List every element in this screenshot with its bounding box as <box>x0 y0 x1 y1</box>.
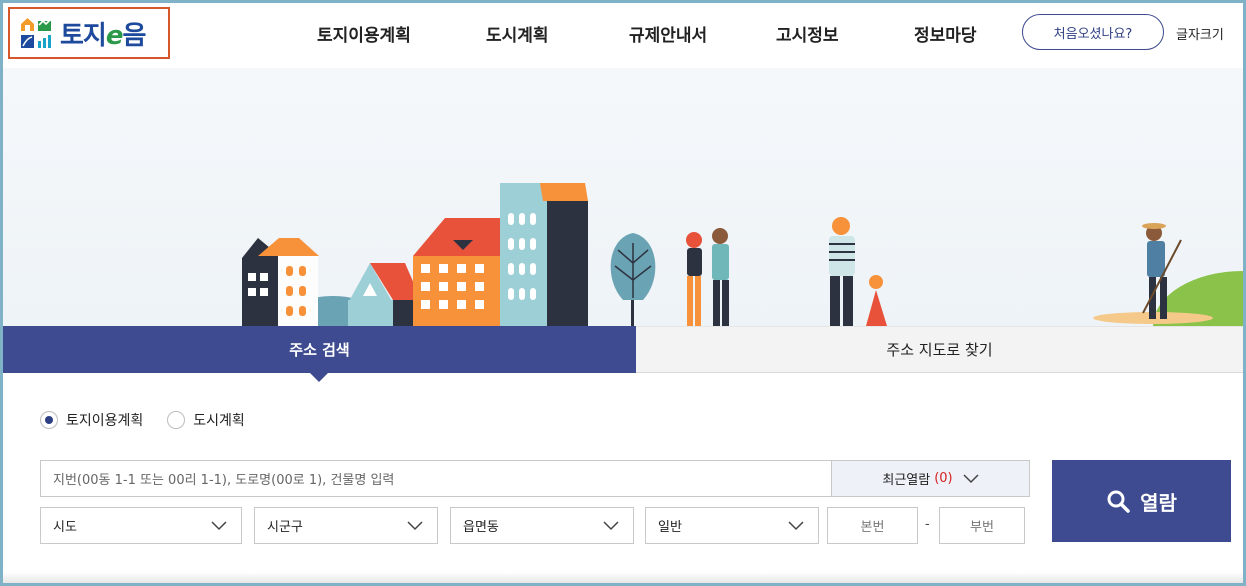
nav-item-land-use[interactable]: 토지이용계획 <box>317 21 411 46</box>
radio-checked-icon[interactable] <box>40 411 58 429</box>
font-size-button[interactable]: 글자크기 <box>1176 24 1224 43</box>
recent-views-dropdown[interactable]: 최근열람 (0) <box>831 460 1030 497</box>
main-number-input[interactable]: 본번 <box>827 507 918 544</box>
search-type-radios: 토지이용계획 도시계획 <box>40 410 245 430</box>
recent-views-count: (0) <box>934 471 953 486</box>
select-sido[interactable]: 시도 <box>40 507 242 544</box>
select-land-type[interactable]: 일반 <box>645 507 819 544</box>
hero-illustration <box>3 68 1243 326</box>
town-illustration <box>242 183 1243 326</box>
chevron-down-icon <box>407 520 423 530</box>
logo-text: 토지e음 <box>60 20 146 51</box>
recent-views-label: 최근열람 <box>882 473 931 488</box>
chevron-down-icon <box>603 520 619 530</box>
nav-item-info[interactable]: 정보마당 <box>914 21 977 46</box>
select-sigungu-value: 시군구 <box>267 520 303 535</box>
tab-address-search[interactable]: 주소 검색 <box>3 326 636 382</box>
tab-map-search-label: 주소 지도로 찾기 <box>886 341 993 359</box>
radio-land-use[interactable]: 토지이용계획 <box>40 410 143 430</box>
select-eupmyeondong[interactable]: 읍면동 <box>450 507 634 544</box>
chevron-down-icon <box>963 473 979 483</box>
address-search-placeholder: 지번(00동 1-1 또는 00리 1-1), 도로명(00로 1), 건물명 … <box>53 473 395 488</box>
select-land-type-value: 일반 <box>658 520 682 535</box>
sub-number-placeholder: 부번 <box>970 520 994 535</box>
nav-item-regulation-guide[interactable]: 규제안내서 <box>629 21 707 46</box>
first-visit-button[interactable]: 처음오셨나요? <box>1022 14 1164 50</box>
header: 토지e음 토지이용계획 도시계획 규제안내서 고시정보 정보마당 처음오셨나요?… <box>3 3 1243 66</box>
nav-item-notices[interactable]: 고시정보 <box>776 21 839 46</box>
select-sigungu[interactable]: 시군구 <box>254 507 438 544</box>
open-button-label: 열람 <box>1140 490 1177 515</box>
chevron-down-icon <box>211 520 227 530</box>
select-eupmyeondong-value: 읍면동 <box>463 520 499 535</box>
chevron-down-icon <box>788 520 804 530</box>
bottom-divider <box>3 572 1243 583</box>
nav-item-urban-plan[interactable]: 도시계획 <box>486 21 549 46</box>
address-search-input[interactable]: 지번(00동 1-1 또는 00리 1-1), 도로명(00로 1), 건물명 … <box>40 460 832 497</box>
search-tabs: 주소 검색 주소 지도로 찾기 <box>3 326 1243 382</box>
number-separator: - <box>925 517 930 532</box>
radio-urban-plan[interactable]: 도시계획 <box>167 410 245 430</box>
tab-active-indicator <box>310 373 328 382</box>
search-icon <box>1107 490 1130 513</box>
radio-land-use-label: 토지이용계획 <box>66 413 144 429</box>
sub-number-input[interactable]: 부번 <box>939 507 1025 544</box>
radio-urban-plan-label: 도시계획 <box>193 413 245 429</box>
logo[interactable]: 토지e음 <box>8 7 170 59</box>
tab-address-search-label: 주소 검색 <box>289 341 350 359</box>
open-button[interactable]: 열람 <box>1052 460 1231 542</box>
logo-mark-icon <box>20 17 52 49</box>
main-number-placeholder: 본번 <box>860 520 885 535</box>
tab-map-search[interactable]: 주소 지도로 찾기 <box>636 326 1243 373</box>
radio-unchecked-icon[interactable] <box>167 411 186 429</box>
select-sido-value: 시도 <box>53 520 77 535</box>
